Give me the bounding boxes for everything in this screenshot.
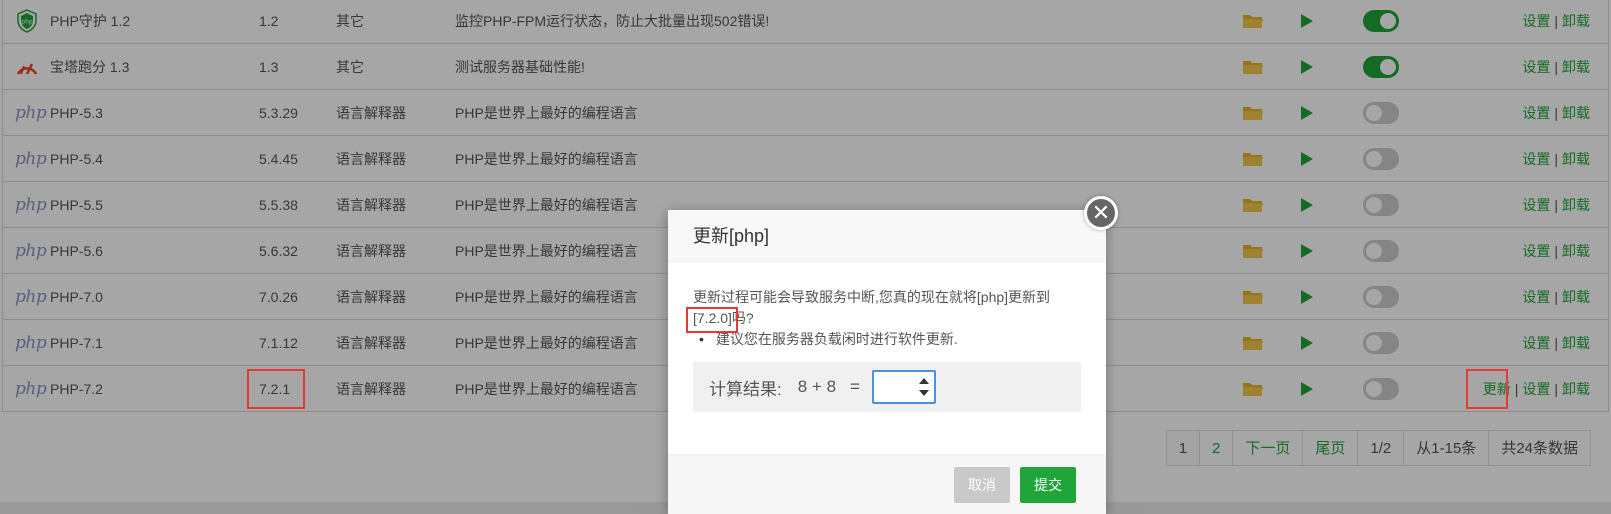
highlight-version-box (247, 369, 305, 409)
dialog-tip: 建议您在服务器负载闲时进行软件更新. (699, 330, 1081, 348)
captcha-answer-input[interactable] (871, 370, 936, 404)
number-spinner-icon[interactable] (918, 378, 929, 396)
calc-label: 计算结果: (709, 379, 782, 399)
dialog-title: 更新[php] (668, 210, 1106, 262)
submit-button[interactable]: 提交 (1020, 467, 1076, 503)
close-icon[interactable]: ✕ (1084, 196, 1118, 230)
dialog-body: 更新过程可能会导致服务中断,您真的现在就将[php]更新到[7.2.0]吗? 建… (668, 262, 1106, 412)
dialog-message: 更新过程可能会导致服务中断,您真的现在就将[php]更新到[7.2.0]吗? (693, 287, 1081, 329)
calc-equals: = (850, 377, 860, 396)
captcha-row: 计算结果: 8 + 8 = (693, 362, 1081, 412)
dialog-tip-list: 建议您在服务器负载闲时进行软件更新. (693, 330, 1081, 348)
dialog-message-before: 更新过程可能会导致服务中断,您真的现在就将[php]更新到 (693, 289, 1051, 305)
cancel-button[interactable]: 取消 (954, 467, 1010, 503)
highlight-update-box (1466, 369, 1508, 409)
calc-expression: 8 + 8 (797, 377, 837, 396)
update-dialog: 更新[php] 更新过程可能会导致服务中断,您真的现在就将[php]更新到[7.… (668, 210, 1106, 514)
dialog-footer: 取消 提交 (668, 454, 1106, 514)
highlight-target-version-box (686, 307, 738, 333)
